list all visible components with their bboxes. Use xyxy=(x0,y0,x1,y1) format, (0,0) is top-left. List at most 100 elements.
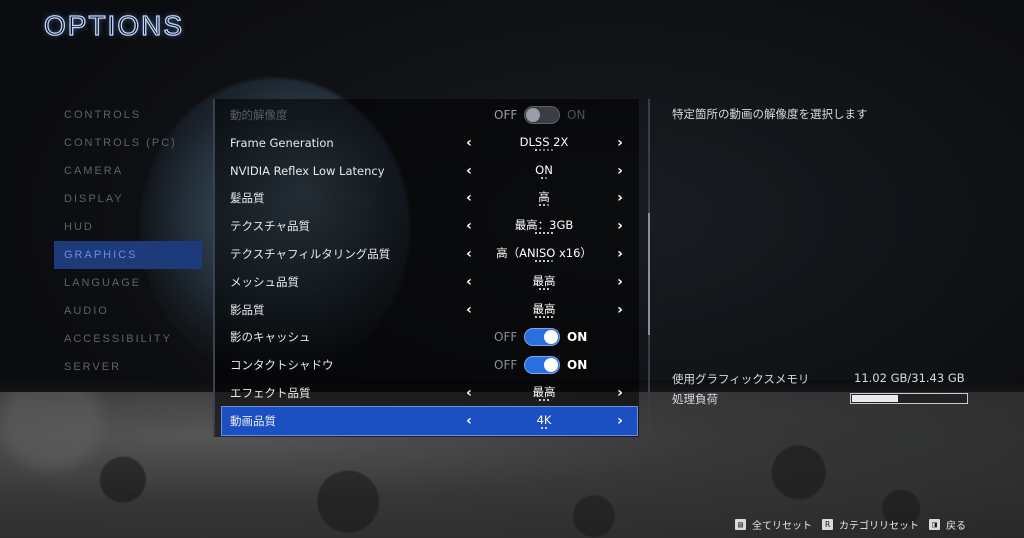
level-dot xyxy=(551,315,553,318)
chevron-left-icon[interactable]: ‹ xyxy=(462,157,476,185)
setting-label: 髪品質 xyxy=(230,191,265,206)
chevron-right-icon[interactable]: › xyxy=(613,157,627,185)
key-glyph-icon: ◨ xyxy=(929,518,940,530)
level-dot xyxy=(539,148,541,151)
level-dot xyxy=(543,287,545,290)
setting-row[interactable]: テクスチャフィルタリング品質 ‹ 高（ANISO x16） › xyxy=(222,240,637,268)
setting-label: コンタクトシャドウ xyxy=(230,358,334,373)
setting-value: 最高：3GB xyxy=(514,218,574,233)
toggle-switch[interactable] xyxy=(524,356,560,375)
setting-value: DLSS 2X xyxy=(519,134,569,149)
category-nav: CONTROLS CONTROLS (PC) CAMERA DISPLAY HUD GRA… xyxy=(54,101,202,381)
toggle-off-label: OFF xyxy=(494,330,518,345)
setting-value: 最高 xyxy=(532,273,556,288)
chevron-right-icon[interactable]: › xyxy=(613,129,627,157)
setting-value: ON xyxy=(535,162,553,177)
nav-item-audio[interactable]: AUDIO xyxy=(54,297,202,325)
setting-label: Frame Generation xyxy=(230,135,334,150)
level-indicator xyxy=(480,287,608,292)
vram-value: 11.02 GB/31.43 GB xyxy=(854,371,965,385)
chevron-right-icon[interactable]: › xyxy=(613,240,627,268)
level-dot xyxy=(535,260,537,262)
chevron-left-icon[interactable]: ‹ xyxy=(462,296,476,324)
setting-value: 高（ANISO x16） xyxy=(496,246,592,260)
key-glyph-icon: R xyxy=(822,518,833,530)
chevron-right-icon[interactable]: › xyxy=(613,268,627,296)
setting-row[interactable]: メッシュ品質 ‹ 最高 › xyxy=(222,268,637,296)
setting-row[interactable]: 影品質 ‹ 最高 › xyxy=(222,296,637,324)
level-dot xyxy=(547,315,549,318)
nav-item-display[interactable]: DISPLAY xyxy=(54,185,202,213)
toggle-on-label: ON xyxy=(567,108,586,122)
footer-hint-label[interactable]: カテゴリリセット xyxy=(839,517,919,532)
nav-item-hud[interactable]: HUD xyxy=(54,213,202,241)
level-dot xyxy=(547,232,549,235)
setting-label: 動的解像度 xyxy=(230,108,288,122)
setting-row[interactable]: 動画品質 ‹ 4K › xyxy=(221,405,638,436)
setting-row[interactable]: 髪品質 ‹ 高 › xyxy=(222,184,637,212)
setting-row[interactable]: 動的解像度 OFF ON xyxy=(222,101,637,129)
nav-item-controls[interactable]: CONTROLS xyxy=(54,101,202,129)
level-dot xyxy=(543,232,545,235)
setting-row[interactable]: エフェクト品質 ‹ 最高 › xyxy=(222,379,637,407)
setting-value: 最高 xyxy=(532,301,556,316)
chevron-right-icon[interactable]: › xyxy=(613,407,627,435)
chevron-right-icon[interactable]: › xyxy=(613,379,627,407)
setting-row[interactable]: コンタクトシャドウ OFF ON xyxy=(222,351,637,379)
setting-row[interactable]: Frame Generation ‹ DLSS 2X › xyxy=(222,129,637,157)
level-dot xyxy=(541,176,543,179)
chevron-left-icon[interactable]: ‹ xyxy=(462,268,476,296)
chevron-left-icon[interactable]: ‹ xyxy=(462,240,476,268)
toggle-knob xyxy=(544,358,558,373)
toggle-off-label: OFF xyxy=(494,358,518,373)
nav-item-language[interactable]: LANGUAGE xyxy=(54,269,202,297)
chevron-right-icon[interactable]: › xyxy=(613,296,627,324)
nav-item-server[interactable]: SERVER xyxy=(54,353,202,381)
level-dot xyxy=(551,148,553,151)
nav-item-camera[interactable]: CAMERA xyxy=(54,157,202,185)
chevron-right-icon[interactable]: › xyxy=(613,212,627,240)
footer-hint-label[interactable]: 全てリセット xyxy=(752,517,812,532)
toggle-switch[interactable] xyxy=(524,106,560,124)
level-dot xyxy=(539,399,541,401)
nav-item-accessibility[interactable]: ACCESSIBILITY xyxy=(54,325,202,353)
chevron-left-icon[interactable]: ‹ xyxy=(462,407,476,435)
level-dot xyxy=(543,399,545,401)
level-indicator xyxy=(480,204,608,208)
toggle-on-label: ON xyxy=(567,358,588,373)
load-label: 処理負荷 xyxy=(672,392,718,406)
chevron-right-icon[interactable]: › xyxy=(613,184,627,212)
toggle-control[interactable]: OFF ON xyxy=(494,101,624,129)
toggle-control[interactable]: OFF ON xyxy=(494,323,624,351)
load-bar-fill xyxy=(852,395,899,402)
setting-value: 4K xyxy=(536,412,552,427)
scrollbar-thumb[interactable] xyxy=(648,213,650,335)
level-indicator xyxy=(480,232,608,236)
setting-row[interactable]: NVIDIA Reflex Low Latency ‹ ON › xyxy=(222,157,637,185)
level-dot xyxy=(543,260,545,262)
chevron-left-icon[interactable]: ‹ xyxy=(462,379,476,407)
chevron-left-icon[interactable]: ‹ xyxy=(462,129,476,157)
level-dot xyxy=(547,287,549,290)
level-dot xyxy=(535,315,537,318)
level-indicator xyxy=(480,426,608,431)
chevron-left-icon[interactable]: ‹ xyxy=(462,212,476,240)
nav-item-controls-pc[interactable]: CONTROLS (PC) xyxy=(54,129,202,157)
level-dot xyxy=(543,148,545,151)
nav-item-graphics[interactable]: GRAPHICS xyxy=(54,241,202,269)
setting-label: テクスチャフィルタリング品質 xyxy=(230,247,391,261)
chevron-left-icon[interactable]: ‹ xyxy=(462,184,476,212)
setting-row[interactable]: 影のキャッシュ OFF ON xyxy=(222,323,637,351)
level-dot xyxy=(539,287,541,290)
page-title: OPTIONS xyxy=(43,9,185,41)
level-indicator xyxy=(480,176,608,181)
toggle-knob xyxy=(526,108,540,122)
setting-value: 高 xyxy=(538,190,550,205)
toggle-control[interactable]: OFF ON xyxy=(494,351,624,379)
setting-label: エフェクト品質 xyxy=(230,386,311,400)
footer-hint-label[interactable]: 戻る xyxy=(946,517,966,532)
setting-row[interactable]: テクスチャ品質 ‹ 最高：3GB › xyxy=(222,212,637,240)
toggle-switch[interactable] xyxy=(524,328,560,347)
level-dot xyxy=(539,260,541,262)
level-dot xyxy=(535,232,537,235)
